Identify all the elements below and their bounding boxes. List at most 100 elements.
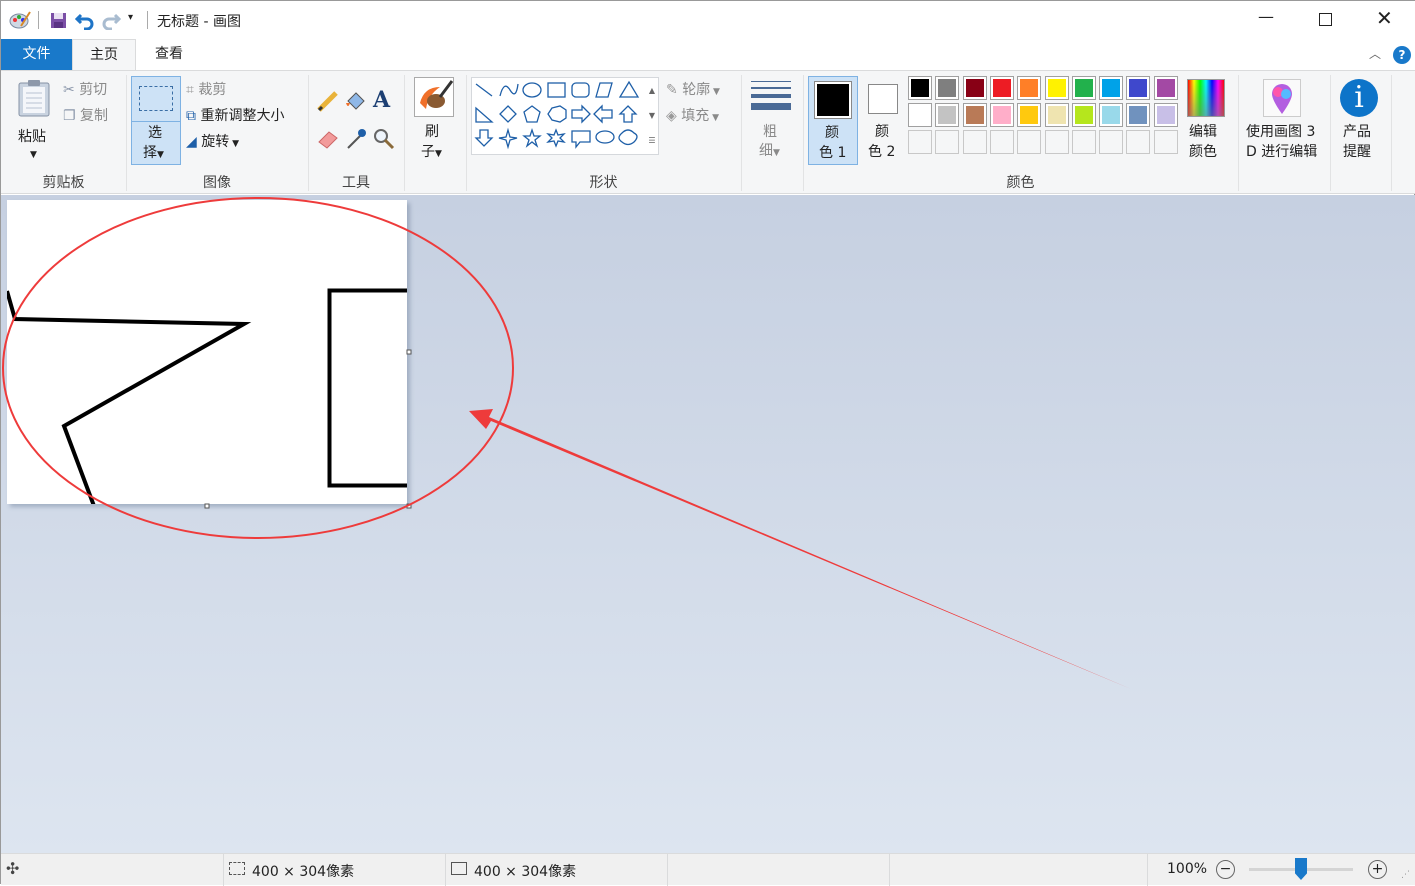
size-button[interactable]: 粗 细▼ [749, 79, 793, 165]
cursor-position-icon: ✣ [6, 859, 20, 878]
select-label-1: 选 [148, 125, 162, 141]
shapes-gallery-scroll[interactable]: ▲ ▼ ☰ [646, 78, 658, 154]
palette-swatch[interactable] [962, 103, 987, 127]
fill-bucket-icon[interactable] [344, 89, 368, 113]
palette-swatch[interactable] [1071, 103, 1096, 127]
custom-color-slot[interactable] [989, 130, 1014, 154]
paint3d-label-1: 使用画图 3 [1246, 124, 1316, 140]
palette-swatch[interactable] [1099, 76, 1124, 100]
select-label-2: 择▼ [143, 145, 164, 161]
palette-swatch[interactable] [908, 76, 932, 100]
palette-swatch[interactable] [1071, 76, 1096, 100]
maximize-button[interactable] [1319, 13, 1332, 26]
palette-swatch[interactable] [1126, 103, 1151, 127]
custom-color-slot[interactable] [908, 130, 932, 154]
paste-dropdown-icon[interactable]: ▼ [30, 145, 37, 165]
custom-color-slot[interactable] [1126, 130, 1151, 154]
product-alert-button[interactable]: i 产品 提醒 [1337, 77, 1383, 165]
cut-button[interactable]: ✂ 剪切 [63, 79, 107, 99]
palette-swatch[interactable] [935, 76, 960, 100]
palette-swatch[interactable] [962, 76, 987, 100]
custom-color-slot[interactable] [1044, 130, 1069, 154]
zoom-in-button[interactable]: + [1368, 860, 1387, 879]
copy-icon: ❐ [63, 108, 76, 124]
palette-swatch[interactable] [1126, 76, 1151, 100]
palette-swatch[interactable] [1099, 103, 1124, 127]
color1-button[interactable]: 颜 色 1 [808, 76, 858, 165]
palette-swatch[interactable] [989, 103, 1014, 127]
tab-view[interactable]: 查看 [138, 39, 200, 70]
edit-colors-button[interactable]: 编辑 颜色 [1186, 77, 1228, 165]
custom-color-slot[interactable] [1017, 130, 1042, 154]
canvas-size: 400 × 304像素 [474, 864, 577, 880]
paint3d-label-2: D 进行编辑 [1246, 144, 1318, 160]
copy-button[interactable]: ❐ 复制 [63, 105, 108, 125]
rotate-button[interactable]: ◢ 旋转 ▼ [186, 131, 239, 151]
edit-colors-label-1: 编辑 [1189, 124, 1217, 140]
product-label-2: 提醒 [1343, 144, 1371, 160]
magnifier-icon[interactable] [372, 127, 396, 151]
rotate-icon: ◢ [186, 134, 197, 150]
color1-label-2: 色 1 [819, 145, 847, 161]
brushes-label-1: 刷 [425, 124, 439, 140]
resize-grip-icon[interactable]: ⋰ [1401, 870, 1410, 880]
select-button[interactable]: 选 择▼ [131, 76, 181, 165]
palette-swatch[interactable] [1044, 76, 1069, 100]
paste-label: 粘贴 [18, 129, 46, 145]
fill-button[interactable]: ◈ 填充 ▼ [666, 105, 719, 125]
tab-file[interactable]: 文件 [1, 39, 72, 70]
status-bar: ✣ 400 × 304像素 400 × 304像素 100% − + ⋰ [1, 853, 1415, 886]
color2-label-2: 色 2 [868, 144, 896, 160]
redo-icon[interactable] [101, 11, 121, 30]
title-bar: ▾ 无标题 - 画图 — ✕ [1, 1, 1415, 39]
outline-icon: ✎ [666, 82, 678, 98]
custom-color-slot[interactable] [1099, 130, 1124, 154]
brushes-button[interactable]: 刷 子▼ [411, 77, 457, 167]
palette-swatch[interactable] [989, 76, 1014, 100]
crop-icon: ⌗ [186, 82, 194, 98]
palette-swatch[interactable] [1153, 103, 1178, 127]
color-picker-icon[interactable] [344, 127, 368, 151]
save-icon[interactable] [50, 12, 67, 29]
help-icon[interactable]: ? [1393, 46, 1411, 64]
eraser-icon[interactable] [316, 127, 340, 151]
shapes-gallery[interactable]: ▲ ▼ ☰ [471, 77, 659, 155]
collapse-ribbon-icon[interactable]: ︿ [1369, 45, 1381, 62]
color2-swatch [871, 87, 895, 111]
group-label-shapes: 形状 [589, 175, 618, 191]
palette-swatch[interactable] [1044, 103, 1069, 127]
pencil-icon[interactable] [316, 89, 340, 113]
drawing-canvas[interactable] [7, 200, 407, 504]
size-label-1: 粗 [763, 124, 777, 140]
custom-color-slot[interactable] [962, 130, 987, 154]
custom-color-slot[interactable] [1071, 130, 1096, 154]
crop-button[interactable]: ⌗ 裁剪 [186, 79, 226, 99]
tab-home[interactable]: 主页 [72, 39, 136, 71]
palette-swatch[interactable] [935, 103, 960, 127]
palette-swatch[interactable] [1017, 103, 1042, 127]
ribbon-home: 粘贴 ▼ ✂ 剪切 ❐ 复制 剪贴板 选 择▼ ⌗ 裁剪 ⧉ 重新调整大小 ◢ … [1, 70, 1415, 194]
shapes-gallery-icons [474, 80, 640, 150]
outline-button[interactable]: ✎ 轮廓 ▼ [666, 79, 720, 99]
paste-button[interactable]: 粘贴 ▼ [11, 77, 57, 161]
custom-color-slot[interactable] [935, 130, 960, 154]
edit-with-paint3d-button[interactable]: 使用画图 3 D 进行编辑 [1243, 77, 1327, 165]
close-button[interactable]: ✕ [1376, 6, 1393, 30]
zoom-slider-thumb[interactable] [1295, 858, 1307, 880]
paint-app-icon[interactable] [9, 10, 31, 30]
text-tool-button[interactable]: A [373, 87, 390, 113]
resize-button[interactable]: ⧉ 重新调整大小 [186, 105, 284, 125]
customize-quick-access-icon[interactable]: ▾ [128, 12, 133, 23]
minimize-button[interactable]: — [1251, 7, 1281, 31]
color-palette [908, 76, 1183, 158]
undo-icon[interactable] [75, 11, 95, 30]
custom-color-slot[interactable] [1153, 130, 1178, 154]
zoom-level: 100% [1167, 861, 1208, 877]
palette-swatch[interactable] [1017, 76, 1042, 100]
palette-swatch[interactable] [1153, 76, 1178, 100]
zoom-out-button[interactable]: − [1216, 860, 1235, 879]
brushes-label-2: 子▼ [421, 144, 442, 160]
color2-button[interactable]: 颜 色 2 [861, 76, 905, 165]
fill-label: 填充 [681, 108, 710, 124]
palette-swatch[interactable] [908, 103, 932, 127]
